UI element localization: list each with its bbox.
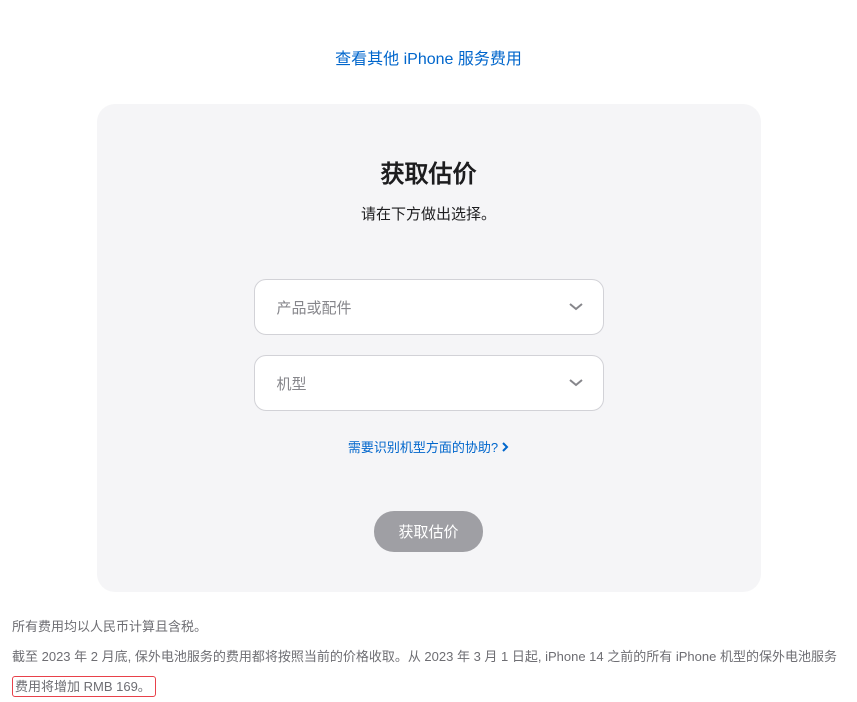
help-link-label: 需要识别机型方面的协助? xyxy=(348,437,498,456)
chevron-down-icon xyxy=(569,379,583,387)
disclaimer-line-1: 所有费用均以人民币计算且含税。 xyxy=(12,612,840,642)
identify-model-help-link[interactable]: 需要识别机型方面的协助? xyxy=(348,437,509,456)
card-title: 获取估价 xyxy=(157,154,701,189)
disclaimer-section: 所有费用均以人民币计算且含税。 截至 2023 年 2 月底, 保外电池服务的费… xyxy=(10,612,840,702)
select-placeholder: 产品或配件 xyxy=(277,297,352,318)
estimate-card: 获取估价 请在下方做出选择。 产品或配件 机型 需要识别机型方面的协助? 获取估… xyxy=(97,104,761,592)
select-placeholder: 机型 xyxy=(277,373,307,394)
product-or-accessory-select[interactable]: 产品或配件 xyxy=(254,279,604,335)
get-estimate-button[interactable]: 获取估价 xyxy=(374,511,482,552)
model-select[interactable]: 机型 xyxy=(254,355,604,411)
card-subtitle: 请在下方做出选择。 xyxy=(157,203,701,224)
price-increase-highlight: 费用将增加 RMB 169。 xyxy=(12,676,156,697)
chevron-right-icon xyxy=(502,442,509,452)
disclaimer-line-2: 截至 2023 年 2 月底, 保外电池服务的费用都将按照当前的价格收取。从 2… xyxy=(12,642,840,702)
other-iphone-service-link[interactable]: 查看其他 iPhone 服务费用 xyxy=(10,45,847,69)
chevron-down-icon xyxy=(569,303,583,311)
